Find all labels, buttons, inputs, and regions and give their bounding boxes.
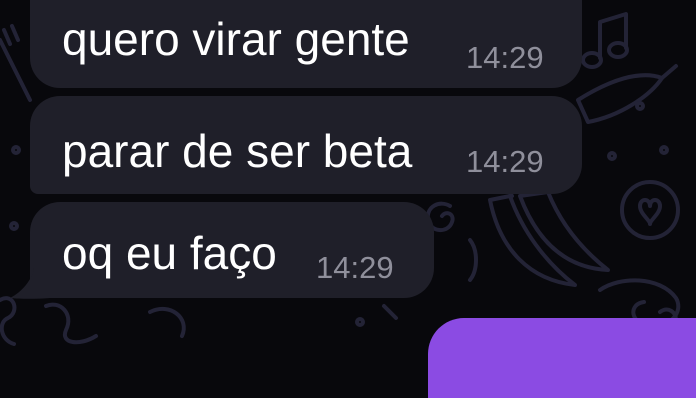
fork-icon xyxy=(0,24,32,102)
message-text: parar de ser beta xyxy=(62,125,413,177)
music-note-icon xyxy=(581,12,629,69)
message-text: quero virar gente xyxy=(62,13,410,65)
chili-pepper-icon xyxy=(576,64,678,124)
message-bubble[interactable]: parar de ser beta 14:29 xyxy=(30,96,582,194)
message-text: oq eu faço xyxy=(62,227,277,279)
heart-icon xyxy=(620,180,680,240)
outgoing-message-bubble[interactable] xyxy=(428,318,696,398)
message-bubble[interactable]: oq eu faço 14:29 xyxy=(30,202,434,298)
message-time: 14:29 xyxy=(466,40,544,75)
message-time: 14:29 xyxy=(316,250,394,285)
bubble-tail xyxy=(10,268,50,299)
banana-icon xyxy=(488,184,610,287)
message-bubble[interactable]: quero virar gente 14:29 xyxy=(30,0,582,88)
message-time: 14:29 xyxy=(466,144,544,179)
spiral-icon xyxy=(425,201,478,282)
